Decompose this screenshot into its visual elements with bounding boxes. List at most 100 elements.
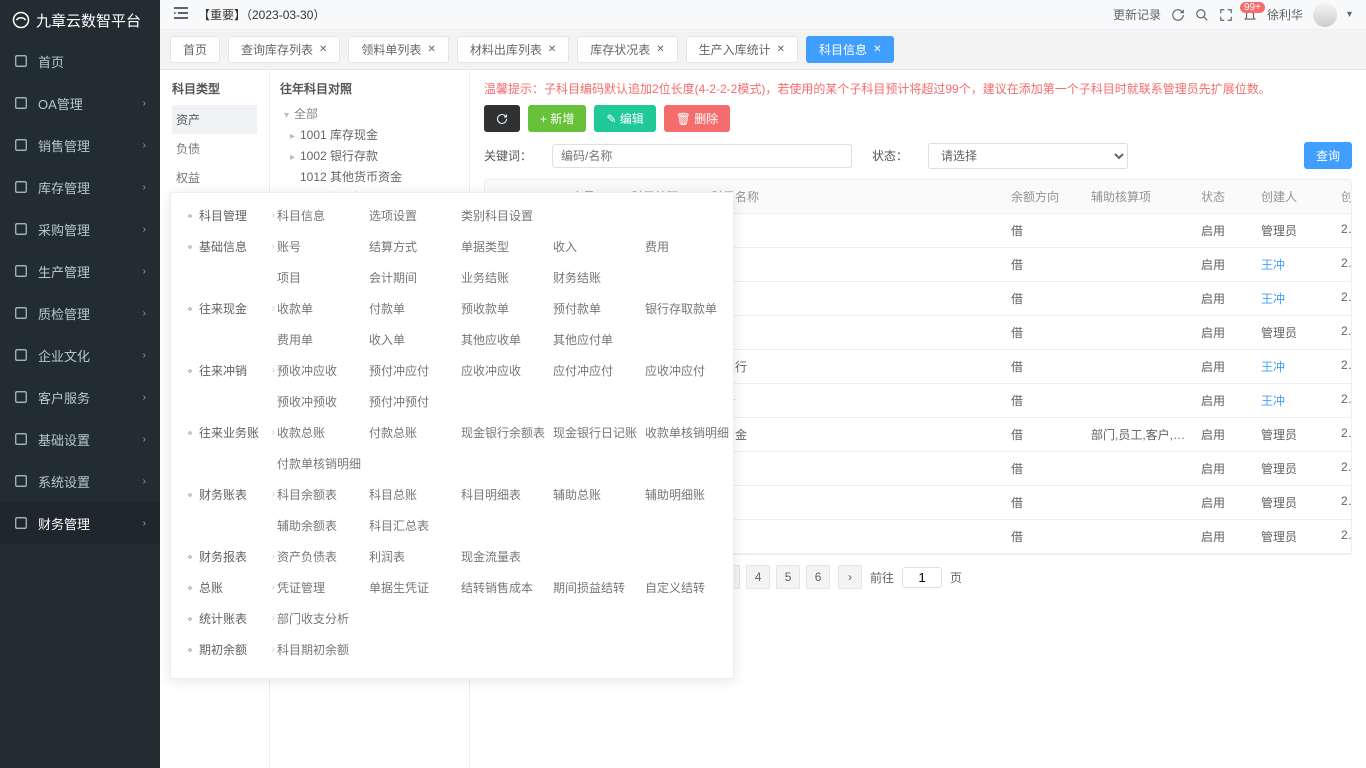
mega-item[interactable]: 部门收支分析 (275, 606, 367, 631)
mega-item[interactable]: 单据类型 (459, 234, 551, 259)
mega-item[interactable]: 项目 (275, 265, 367, 290)
mega-item[interactable]: 凭证管理 (275, 575, 367, 600)
tree-node-1001[interactable]: ▸1001 库存现金 (272, 124, 467, 145)
avatar[interactable] (1313, 3, 1337, 27)
sidebar-item-1[interactable]: OA管理› (0, 82, 160, 124)
mega-item[interactable]: 现金银行余额表 (459, 420, 551, 445)
mega-item[interactable]: 选项设置 (367, 203, 459, 228)
mega-item[interactable]: 应付冲应付 (551, 358, 643, 383)
close-icon[interactable]: ✕ (548, 44, 556, 55)
tab-5[interactable]: 生产入库统计✕ (686, 36, 798, 63)
user-name[interactable]: 徐利华 (1267, 6, 1303, 23)
page-4[interactable]: 4 (746, 565, 770, 589)
refresh-button[interactable] (484, 105, 520, 132)
tab-1[interactable]: 查询库存列表✕ (228, 36, 340, 63)
mega-item[interactable]: 付款单 (367, 296, 459, 321)
mega-item[interactable]: 财务结账 (551, 265, 643, 290)
mega-item[interactable]: 利润表 (367, 544, 459, 569)
refresh-icon[interactable] (1171, 8, 1185, 22)
sidebar-item-10[interactable]: 系统设置› (0, 460, 160, 502)
mega-item[interactable]: 业务结账 (459, 265, 551, 290)
tree-node-1002[interactable]: ▸1002 银行存款 (272, 145, 467, 166)
add-button[interactable]: + 新增 (528, 105, 586, 132)
tab-3[interactable]: 材料出库列表✕ (457, 36, 569, 63)
keyword-input[interactable] (552, 144, 852, 168)
tab-2[interactable]: 领料单列表✕ (348, 36, 448, 63)
page-5[interactable]: 5 (776, 565, 800, 589)
delete-button[interactable]: 🗑 删除 (664, 105, 731, 132)
chevron-down-icon[interactable]: ▾ (1347, 9, 1352, 20)
query-button[interactable]: 查询 (1304, 142, 1352, 169)
next-page[interactable]: › (838, 565, 862, 589)
mega-item[interactable]: 科目总账 (367, 482, 459, 507)
sidebar-item-9[interactable]: 基础设置› (0, 418, 160, 460)
sidebar-item-4[interactable]: 采购管理› (0, 208, 160, 250)
fullscreen-icon[interactable] (1219, 8, 1233, 22)
mega-item[interactable]: 预付冲预付 (367, 389, 459, 414)
type-item-2[interactable]: 权益 (172, 163, 257, 192)
mega-item[interactable]: 现金银行日记账 (551, 420, 643, 445)
mega-item[interactable]: 账号 (275, 234, 367, 259)
type-item-1[interactable]: 负债 (172, 134, 257, 163)
mega-item[interactable]: 结转销售成本 (459, 575, 551, 600)
mega-item[interactable]: 结算方式 (367, 234, 459, 259)
mega-item[interactable]: 其他应收单 (459, 327, 551, 352)
mega-item[interactable]: 辅助明细账 (643, 482, 735, 507)
collapse-icon[interactable] (174, 7, 188, 22)
sidebar-item-6[interactable]: 质检管理› (0, 292, 160, 334)
sidebar-item-8[interactable]: 客户服务› (0, 376, 160, 418)
close-icon[interactable]: ✕ (319, 44, 327, 55)
page-6[interactable]: 6 (806, 565, 830, 589)
sidebar-item-3[interactable]: 库存管理› (0, 166, 160, 208)
tab-6[interactable]: 科目信息✕ (806, 36, 894, 63)
mega-item[interactable]: 收款总账 (275, 420, 367, 445)
mega-item[interactable]: 收款单 (275, 296, 367, 321)
tree-node-1012[interactable]: 1012 其他货币资金 (272, 166, 467, 187)
tab-0[interactable]: 首页 (170, 36, 220, 63)
update-log-link[interactable]: 更新记录 (1113, 6, 1161, 23)
mega-item[interactable]: 期间损益结转 (551, 575, 643, 600)
mega-item[interactable]: 应收冲应收 (459, 358, 551, 383)
close-icon[interactable]: ✕ (656, 44, 664, 55)
mega-item[interactable]: 其他应付单 (551, 327, 643, 352)
mega-item[interactable]: 科目期初余额 (275, 637, 367, 662)
tree-root[interactable]: ▾全部 (272, 103, 467, 124)
sidebar-item-2[interactable]: 销售管理› (0, 124, 160, 166)
top-notice[interactable]: 【重要】（2023-03-30） (198, 6, 325, 23)
mega-item[interactable]: 收款单核销明细 (643, 420, 735, 445)
bell-icon[interactable]: 99+ (1243, 8, 1257, 22)
sidebar-item-5[interactable]: 生产管理› (0, 250, 160, 292)
type-item-0[interactable]: 资产 (172, 105, 257, 134)
mega-item[interactable]: 资产负债表 (275, 544, 367, 569)
close-icon[interactable]: ✕ (777, 44, 785, 55)
mega-item[interactable]: 自定义结转 (643, 575, 735, 600)
status-select[interactable]: 请选择 (928, 143, 1128, 169)
mega-item[interactable]: 类别科目设置 (459, 203, 551, 228)
mega-item[interactable]: 付款总账 (367, 420, 459, 445)
sidebar-item-7[interactable]: 企业文化› (0, 334, 160, 376)
mega-item[interactable]: 预收冲预收 (275, 389, 367, 414)
sidebar-item-11[interactable]: 财务管理› (0, 502, 160, 544)
mega-item[interactable]: 现金流量表 (459, 544, 551, 569)
mega-item[interactable]: 预收款单 (459, 296, 551, 321)
mega-item[interactable]: 辅助余额表 (275, 513, 367, 538)
mega-item[interactable]: 费用 (643, 234, 735, 259)
mega-item[interactable]: 辅助总账 (551, 482, 643, 507)
mega-item[interactable]: 科目信息 (275, 203, 367, 228)
mega-item[interactable]: 会计期间 (367, 265, 459, 290)
mega-item[interactable]: 预付款单 (551, 296, 643, 321)
goto-input[interactable] (902, 567, 942, 588)
sidebar-item-0[interactable]: 首页 (0, 40, 160, 82)
mega-item[interactable]: 应收冲应付 (643, 358, 735, 383)
mega-item[interactable]: 收入 (551, 234, 643, 259)
tab-4[interactable]: 库存状况表✕ (577, 36, 677, 63)
mega-item[interactable]: 预付冲应付 (367, 358, 459, 383)
close-icon[interactable]: ✕ (873, 44, 881, 55)
mega-item[interactable]: 科目汇总表 (367, 513, 459, 538)
mega-item[interactable]: 科目余额表 (275, 482, 367, 507)
mega-item[interactable]: 预收冲应收 (275, 358, 367, 383)
mega-item[interactable]: 科目明细表 (459, 482, 551, 507)
mega-item[interactable]: 银行存取款单 (643, 296, 735, 321)
close-icon[interactable]: ✕ (427, 44, 435, 55)
mega-item[interactable]: 费用单 (275, 327, 367, 352)
